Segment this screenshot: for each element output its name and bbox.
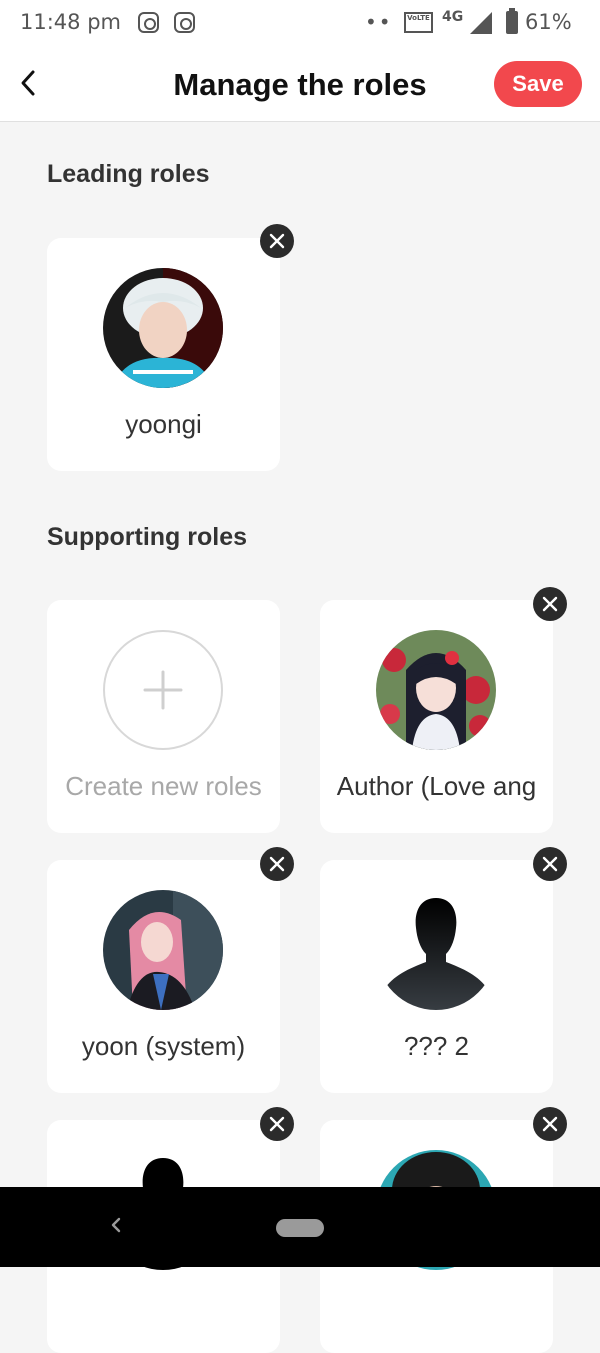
remove-role-button[interactable] [260,1107,294,1141]
instagram-icon [174,12,195,33]
more-notifications-icon: •• [365,10,393,34]
remove-role-button[interactable] [260,847,294,881]
close-icon [269,233,285,249]
supporting-roles-heading: Supporting roles [47,523,247,551]
home-button[interactable] [276,1219,324,1237]
battery-icon [506,8,518,34]
save-button[interactable]: Save [494,61,582,107]
create-role-card[interactable]: Create new roles [47,600,280,833]
volte-icon: VoLTE [404,12,433,33]
remove-role-button[interactable] [260,224,294,258]
remove-role-button[interactable] [533,847,567,881]
create-role-label: Create new roles [65,771,262,801]
role-name: yoon (system) [81,1031,246,1061]
role-card-supporting[interactable]: ??? 2 [320,860,553,1093]
plus-icon [143,670,183,710]
add-role-circle [103,630,223,750]
role-card-supporting[interactable]: Author (Love ang [320,600,553,833]
default-avatar-icon [376,890,496,1010]
instagram-icon [138,12,159,33]
remove-role-button[interactable] [533,587,567,621]
status-time: 11:48 pm [20,10,121,34]
battery-level: 61% [525,10,572,34]
signal-icon [470,12,492,34]
avatar [376,630,496,750]
role-card-leading[interactable]: yoongi [47,238,280,471]
app-header: Manage the roles Save [0,48,600,122]
status-bar: 11:48 pm •• VoLTE 4G 61% [0,0,600,48]
network-type: 4G [442,9,464,25]
close-icon [542,1116,558,1132]
role-name: ??? 2 [403,1031,470,1061]
role-name: yoongi [125,409,202,439]
close-icon [269,856,285,872]
remove-role-button[interactable] [533,1107,567,1141]
system-nav-bar [0,1187,600,1267]
close-icon [269,1116,285,1132]
leading-roles-heading: Leading roles [47,160,210,188]
avatar [103,268,223,388]
nav-back-button[interactable] [104,1213,128,1237]
close-icon [542,856,558,872]
role-name: Author (Love ang [336,771,537,801]
avatar [103,890,223,1010]
role-card-supporting[interactable]: yoon (system) [47,860,280,1093]
chevron-left-icon [111,1217,121,1233]
close-icon [542,596,558,612]
